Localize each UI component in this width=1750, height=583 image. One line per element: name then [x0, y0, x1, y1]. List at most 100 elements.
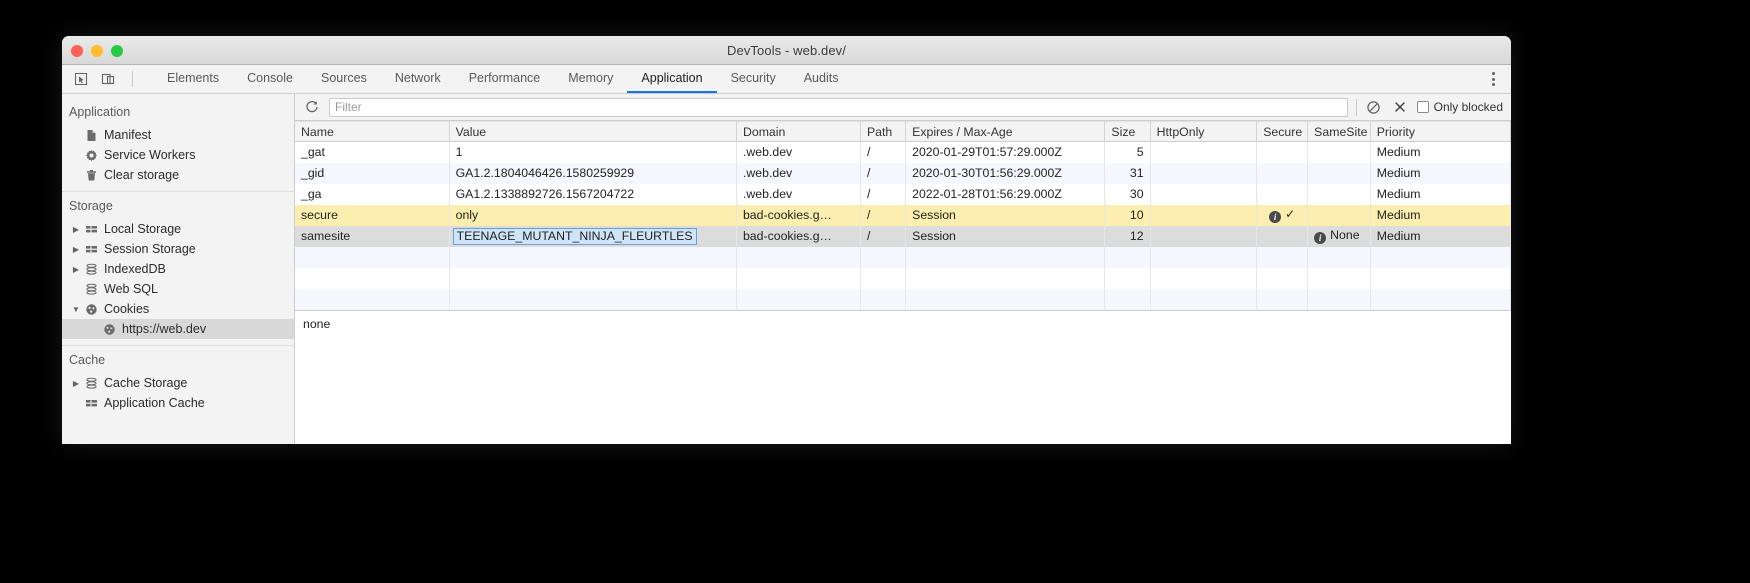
- disclosure-arrow-icon[interactable]: ▶: [70, 225, 82, 234]
- cell-name[interactable]: _ga: [295, 183, 450, 205]
- cell-value[interactable]: GA1.2.1338892726.1567204722: [449, 183, 737, 205]
- cell-expires[interactable]: 2022-01-28T01:56:29.000Z: [905, 183, 1106, 205]
- inspect-element-icon[interactable]: [72, 70, 90, 88]
- cell-expires[interactable]: 2020-01-30T01:56:29.000Z: [905, 162, 1106, 184]
- more-options-icon[interactable]: [1485, 72, 1501, 86]
- cell-httponly[interactable]: [1150, 183, 1258, 205]
- cell-expires[interactable]: 2020-01-29T01:57:29.000Z: [905, 141, 1106, 163]
- disclosure-arrow-icon[interactable]: ▶: [70, 265, 82, 274]
- table-empty-row[interactable]: [295, 267, 1511, 289]
- column-header-size[interactable]: Size: [1104, 121, 1151, 142]
- sidebar-item-local-storage[interactable]: ▶ Local Storage: [62, 219, 294, 239]
- cell-samesite[interactable]: [1307, 204, 1371, 226]
- device-toolbar-icon[interactable]: [99, 70, 117, 88]
- cell-httponly[interactable]: [1150, 141, 1258, 163]
- cell-samesite[interactable]: [1307, 183, 1371, 205]
- cell-path[interactable]: /: [860, 141, 907, 163]
- tab-sources[interactable]: Sources: [307, 65, 381, 93]
- tab-performance[interactable]: Performance: [455, 65, 555, 93]
- cell-size[interactable]: 10: [1104, 204, 1151, 226]
- cell-domain[interactable]: .web.dev: [736, 162, 861, 184]
- cell-name[interactable]: _gat: [295, 141, 450, 163]
- cell-secure[interactable]: i ✓: [1256, 204, 1309, 226]
- clear-all-cookies-icon[interactable]: [1365, 98, 1383, 116]
- sidebar-item-clear-storage[interactable]: ▶ Clear storage: [62, 165, 294, 185]
- disclosure-arrow-icon[interactable]: ▼: [70, 305, 82, 314]
- cell-domain[interactable]: .web.dev: [736, 183, 861, 205]
- sidebar-item-cookies-web-dev[interactable]: ▶ https://web.dev: [62, 319, 294, 339]
- cell-value[interactable]: only: [449, 204, 737, 226]
- cell-name[interactable]: samesite: [295, 225, 450, 247]
- table-row[interactable]: _ga GA1.2.1338892726.1567204722 .web.dev…: [295, 183, 1511, 205]
- table-row[interactable]: _gat 1 .web.dev / 2020-01-29T01:57:29.00…: [295, 141, 1511, 163]
- cell-name[interactable]: secure: [295, 204, 450, 226]
- sidebar-item-application-cache[interactable]: ▶ Application Cache: [62, 393, 294, 413]
- cell-path[interactable]: /: [860, 204, 907, 226]
- minimize-window-button[interactable]: [91, 45, 103, 57]
- table-empty-row[interactable]: [295, 288, 1511, 310]
- tab-console[interactable]: Console: [233, 65, 307, 93]
- close-window-button[interactable]: [71, 45, 83, 57]
- tab-elements[interactable]: Elements: [153, 65, 233, 93]
- only-blocked-checkbox[interactable]: [1416, 101, 1429, 113]
- cell-path[interactable]: /: [860, 162, 907, 184]
- cell-httponly[interactable]: [1150, 162, 1258, 184]
- cell-samesite[interactable]: [1307, 162, 1371, 184]
- column-header-domain[interactable]: Domain: [736, 121, 861, 142]
- sidebar-item-cache-storage[interactable]: ▶ Cache Storage: [62, 373, 294, 393]
- column-header-httponly[interactable]: HttpOnly: [1150, 121, 1258, 142]
- disclosure-arrow-icon[interactable]: ▶: [70, 245, 82, 254]
- column-header-samesite[interactable]: SameSite: [1307, 121, 1371, 142]
- cell-value[interactable]: 1: [449, 141, 737, 163]
- cell-priority[interactable]: Medium: [1370, 225, 1511, 247]
- cell-size[interactable]: 5: [1104, 141, 1151, 163]
- table-row[interactable]: _gid GA1.2.1804046426.1580259929 .web.de…: [295, 162, 1511, 184]
- column-header-value[interactable]: Value: [449, 121, 737, 142]
- tab-audits[interactable]: Audits: [790, 65, 853, 93]
- sidebar-item-session-storage[interactable]: ▶ Session Storage: [62, 239, 294, 259]
- cell-expires[interactable]: Session: [905, 225, 1106, 247]
- table-row[interactable]: secure only bad-cookies.g… / Session 10 …: [295, 204, 1511, 226]
- delete-selected-cookie-icon[interactable]: [1391, 98, 1409, 116]
- table-empty-row[interactable]: [295, 246, 1511, 268]
- cell-size[interactable]: 31: [1104, 162, 1151, 184]
- column-header-secure[interactable]: Secure: [1256, 121, 1309, 142]
- only-blocked-toggle[interactable]: Only blocked: [1416, 100, 1503, 114]
- refresh-icon[interactable]: [303, 98, 321, 116]
- cell-value-editing[interactable]: TEENAGE_MUTANT_NINJA_FLEURTLES: [449, 225, 737, 247]
- value-edit-input[interactable]: TEENAGE_MUTANT_NINJA_FLEURTLES: [452, 227, 697, 245]
- tab-security[interactable]: Security: [717, 65, 790, 93]
- cell-httponly[interactable]: [1150, 225, 1258, 247]
- cell-priority[interactable]: Medium: [1370, 141, 1511, 163]
- column-header-priority[interactable]: Priority: [1370, 121, 1511, 142]
- cell-size[interactable]: 12: [1104, 225, 1151, 247]
- sidebar-item-web-sql[interactable]: ▶ Web SQL: [62, 279, 294, 299]
- cell-value[interactable]: GA1.2.1804046426.1580259929: [449, 162, 737, 184]
- column-header-expires[interactable]: Expires / Max-Age: [905, 121, 1106, 142]
- cell-samesite[interactable]: i None: [1307, 225, 1371, 247]
- cell-secure[interactable]: [1256, 141, 1309, 163]
- sidebar-item-service-workers[interactable]: ▶ Service Workers: [62, 145, 294, 165]
- cell-secure[interactable]: [1256, 183, 1309, 205]
- cell-secure[interactable]: [1256, 162, 1309, 184]
- sidebar-item-manifest[interactable]: ▶ Manifest: [62, 125, 294, 145]
- cookie-warning-info-icon[interactable]: i: [1269, 211, 1282, 223]
- cell-size[interactable]: 30: [1104, 183, 1151, 205]
- column-header-name[interactable]: Name: [295, 121, 450, 142]
- column-header-path[interactable]: Path: [860, 121, 907, 142]
- cell-domain[interactable]: bad-cookies.g…: [736, 204, 861, 226]
- tab-application[interactable]: Application: [627, 65, 717, 93]
- cookie-warning-info-icon[interactable]: i: [1314, 232, 1327, 244]
- cell-name[interactable]: _gid: [295, 162, 450, 184]
- sidebar-item-indexeddb[interactable]: ▶ IndexedDB: [62, 259, 294, 279]
- cell-domain[interactable]: .web.dev: [736, 141, 861, 163]
- cell-path[interactable]: /: [860, 183, 907, 205]
- cell-path[interactable]: /: [860, 225, 907, 247]
- cell-priority[interactable]: Medium: [1370, 183, 1511, 205]
- cell-httponly[interactable]: [1150, 204, 1258, 226]
- cell-domain[interactable]: bad-cookies.g…: [736, 225, 861, 247]
- maximize-window-button[interactable]: [111, 45, 123, 57]
- cell-priority[interactable]: Medium: [1370, 204, 1511, 226]
- cell-expires[interactable]: Session: [905, 204, 1106, 226]
- sidebar-item-cookies[interactable]: ▼ Cookies: [62, 299, 294, 319]
